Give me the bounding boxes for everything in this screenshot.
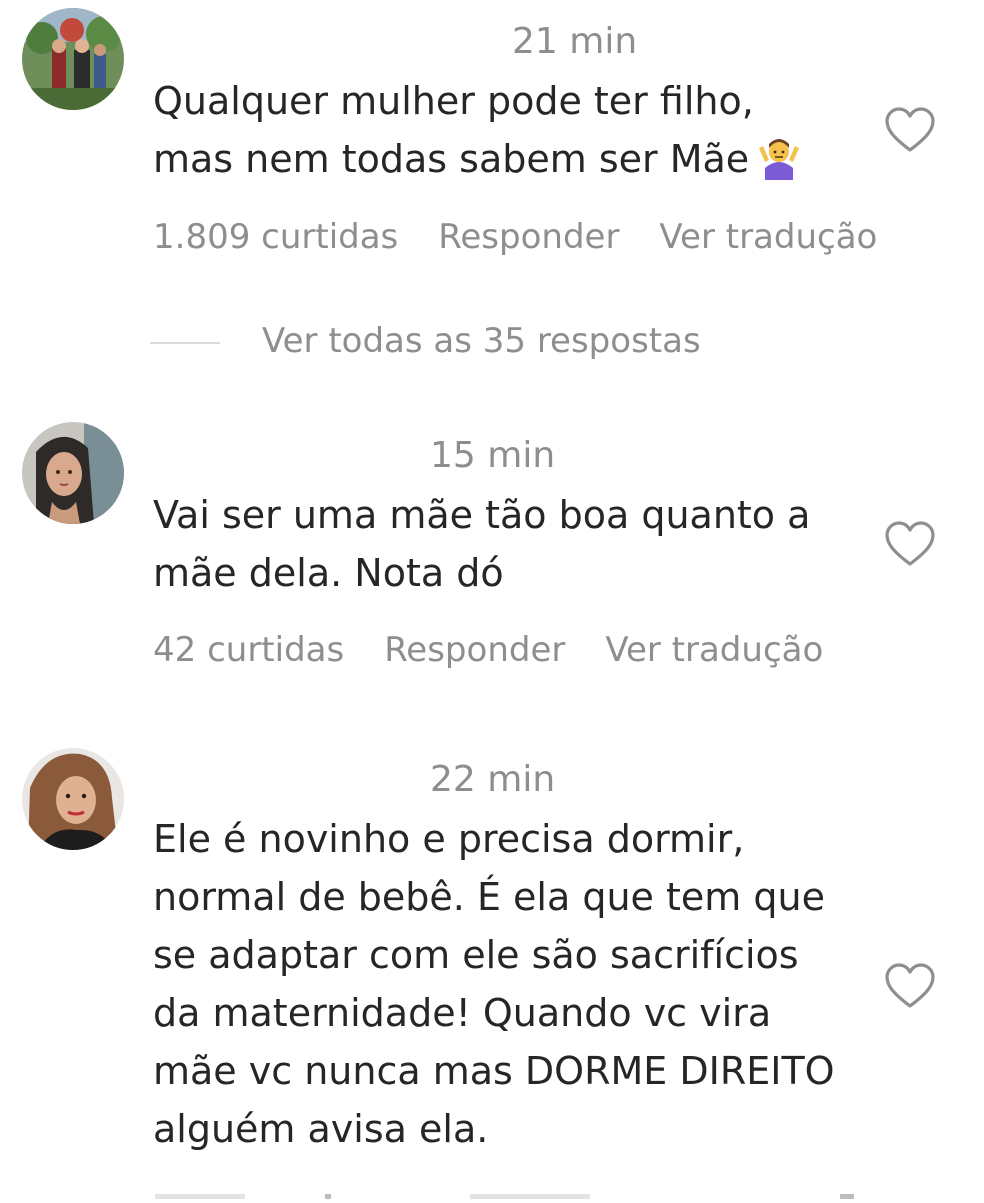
replies-divider — [150, 341, 220, 344]
likes-count[interactable]: 42 curtidas — [153, 630, 344, 670]
next-actions-cutoff — [0, 1184, 984, 1199]
like-heart-icon[interactable] — [884, 962, 936, 1010]
like-heart-icon[interactable] — [884, 520, 936, 568]
view-replies-link[interactable]: Ver todas as 35 respostas — [150, 324, 701, 358]
like-heart-icon[interactable] — [884, 106, 936, 154]
avatar[interactable] — [22, 748, 124, 850]
comment-timestamp: 21 min — [512, 21, 638, 62]
comment-timestamp: 22 min — [430, 759, 556, 800]
reply-button[interactable]: Responder — [438, 217, 619, 257]
comment-text: Ele é novinho e precisa dormir, normal d… — [153, 817, 835, 1151]
comment-text: Vai ser uma mãe tão boa quanto a mãe del… — [153, 493, 811, 595]
reply-button[interactable]: Responder — [384, 630, 565, 670]
comment-text: Qualquer mulher pode ter filho, mas nem … — [153, 72, 873, 188]
translate-button[interactable]: Ver tradução — [605, 630, 823, 670]
avatar[interactable] — [22, 422, 124, 524]
comment-body: Qualquer mulher pode ter filho, mas nem … — [153, 79, 754, 181]
likes-count[interactable]: 1.809 curtidas — [153, 217, 398, 257]
avatar[interactable] — [22, 8, 124, 110]
comment-actions: 42 curtidas Responder Ver tradução — [153, 633, 863, 667]
person-shrugging-emoji-icon — [755, 134, 803, 180]
view-replies-label[interactable]: Ver todas as 35 respostas — [262, 321, 701, 361]
comment-timestamp: 15 min — [430, 435, 556, 476]
translate-button[interactable]: Ver tradução — [659, 217, 877, 257]
comment-actions: 1.809 curtidas Responder Ver tradução — [153, 220, 917, 254]
